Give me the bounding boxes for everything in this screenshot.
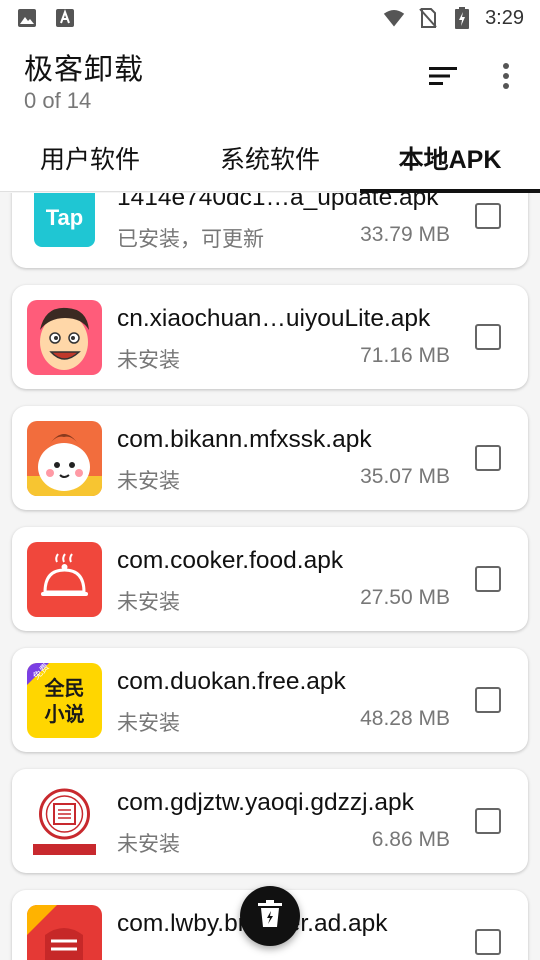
no-sim-icon bbox=[417, 7, 439, 29]
zuiyou-face-icon bbox=[27, 300, 102, 375]
more-options-button[interactable] bbox=[484, 58, 528, 98]
install-status: 已安装，可更新 bbox=[117, 228, 264, 251]
select-checkbox[interactable] bbox=[475, 445, 501, 471]
file-size: 71.16 MB bbox=[360, 344, 450, 367]
image-icon bbox=[16, 7, 38, 29]
status-bar: 3:29 bbox=[0, 0, 540, 36]
apk-list-item[interactable]: com.bikann.mfxssk.apk 未安装 35.07 MB bbox=[12, 406, 528, 510]
delete-icon bbox=[256, 899, 284, 934]
duokan-novel-icon: 免费 全民 小说 bbox=[27, 663, 102, 738]
apk-list-item[interactable]: cn.xiaochuan…uiyouLite.apk 未安装 71.16 MB bbox=[12, 285, 528, 389]
more-vert-icon bbox=[502, 62, 510, 94]
food-cloche-icon bbox=[27, 542, 102, 617]
svg-text:Tap: Tap bbox=[46, 205, 83, 230]
tab-label: 用户软件 bbox=[39, 146, 140, 174]
wifi-icon bbox=[383, 7, 405, 29]
icon-text-line2: 小说 bbox=[45, 702, 85, 726]
apk-list-item[interactable]: com.gdjztw.yaoqi.gdzzj.apk 未安装 6.86 MB bbox=[12, 769, 528, 873]
medicine-seal-icon bbox=[27, 784, 102, 859]
tab-label: 本地APK bbox=[398, 146, 502, 174]
tab-bar: 用户软件 系统软件 本地APK bbox=[0, 124, 540, 193]
app-title: 极客卸载 bbox=[24, 54, 145, 86]
sort-button[interactable] bbox=[420, 58, 468, 98]
breader-icon bbox=[27, 905, 102, 960]
file-size: 6.86 MB bbox=[371, 828, 450, 851]
tab-user-apps[interactable]: 用户软件 bbox=[0, 124, 180, 192]
apk-list-item[interactable]: 免费 全民 小说 com.duokan.free.apk 未安装 48.28 M… bbox=[12, 648, 528, 752]
tab-system-apps[interactable]: 系统软件 bbox=[180, 124, 360, 192]
apk-filename: com.duokan.free.apk bbox=[117, 668, 346, 695]
icon-text-line1: 全民 bbox=[44, 676, 85, 700]
apk-filename: com.cooker.food.apk bbox=[117, 547, 344, 574]
taptap-icon: Tap bbox=[27, 193, 102, 254]
install-status: 未安装 bbox=[117, 349, 180, 372]
font-a-icon bbox=[54, 7, 76, 29]
selection-count: 0 of 14 bbox=[24, 88, 92, 113]
install-status: 未安装 bbox=[117, 712, 180, 735]
file-size: 33.79 MB bbox=[360, 223, 450, 246]
tab-local-apk[interactable]: 本地APK bbox=[360, 124, 540, 193]
apk-list-item[interactable]: com.cooker.food.apk 未安装 27.50 MB bbox=[12, 527, 528, 631]
file-size: 48.28 MB bbox=[360, 707, 450, 730]
file-size: 27.50 MB bbox=[360, 586, 450, 609]
delete-fab[interactable] bbox=[240, 886, 300, 946]
apk-filename: cn.xiaochuan…uiyouLite.apk bbox=[117, 305, 431, 332]
install-status: 未安装 bbox=[117, 833, 180, 856]
apk-filename: com.gdjztw.yaoqi.gdzzj.apk bbox=[117, 789, 414, 816]
install-status: 未安装 bbox=[117, 470, 180, 493]
tab-label: 系统软件 bbox=[219, 146, 320, 174]
select-checkbox[interactable] bbox=[475, 687, 501, 713]
select-checkbox[interactable] bbox=[475, 203, 501, 229]
apk-filename: 1414e740dc1…a_update.apk bbox=[117, 193, 439, 211]
select-checkbox[interactable] bbox=[475, 566, 501, 592]
select-checkbox[interactable] bbox=[475, 808, 501, 834]
file-size: 35.07 MB bbox=[360, 465, 450, 488]
install-status: 未安装 bbox=[117, 591, 180, 614]
select-checkbox[interactable] bbox=[475, 324, 501, 350]
sort-icon bbox=[429, 65, 459, 92]
apk-filename: com.bikann.mfxssk.apk bbox=[117, 426, 372, 453]
status-time: 3:29 bbox=[485, 6, 524, 29]
apk-list-item[interactable]: Tap 1414e740dc1…a_update.apk 已安装，可更新 33.… bbox=[12, 193, 528, 268]
battery-charging-icon bbox=[451, 7, 473, 29]
apk-list[interactable]: Tap 1414e740dc1…a_update.apk 已安装，可更新 33.… bbox=[0, 193, 540, 960]
cartoon-character-icon bbox=[27, 421, 102, 496]
app-bar: 极客卸载 0 of 14 bbox=[0, 36, 540, 124]
select-checkbox[interactable] bbox=[475, 929, 501, 955]
